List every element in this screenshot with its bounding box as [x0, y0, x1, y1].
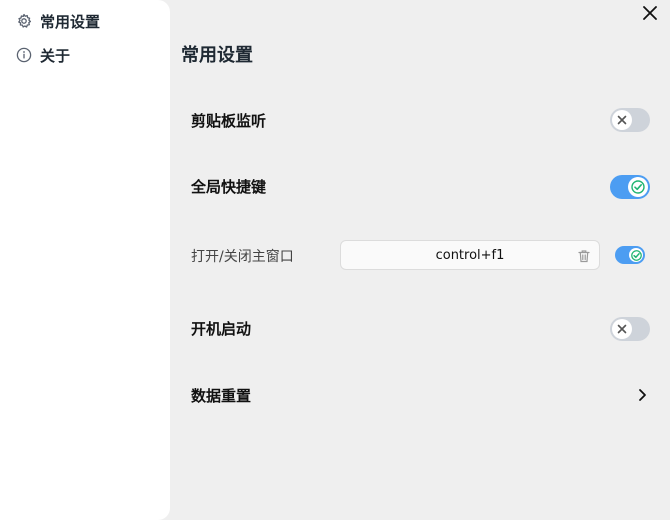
toggle-knob — [612, 110, 632, 130]
autostart-toggle[interactable] — [610, 317, 650, 341]
clipboard-monitor-toggle[interactable] — [610, 108, 650, 132]
data-reset-button[interactable] — [634, 386, 650, 404]
page-title: 常用设置 — [181, 45, 253, 66]
trash-icon[interactable] — [577, 248, 591, 263]
global-shortcut-label: 全局快捷键 — [191, 178, 267, 196]
close-icon — [643, 6, 657, 20]
close-button[interactable] — [640, 3, 660, 23]
gear-icon — [16, 13, 32, 29]
check-icon — [631, 180, 645, 194]
toggle-knob — [628, 177, 648, 197]
clipboard-monitor-label: 剪贴板监听 — [191, 112, 267, 130]
toggle-knob — [612, 319, 632, 339]
sidebar: 常用设置 关于 — [0, 0, 170, 520]
data-reset-label[interactable]: 数据重置 — [191, 384, 251, 408]
info-icon — [16, 47, 32, 63]
shortcut-input[interactable] — [368, 246, 572, 264]
check-icon — [630, 249, 642, 261]
x-icon — [617, 115, 627, 125]
toggle-window-label: 打开/关闭主窗口 — [191, 249, 294, 265]
toggle-knob — [629, 248, 643, 262]
toggle-window-toggle[interactable] — [615, 246, 645, 264]
sidebar-item-label: 常用设置 — [40, 12, 101, 31]
chevron-right-icon — [639, 389, 646, 401]
sidebar-item-about[interactable]: 关于 — [16, 43, 70, 67]
autostart-label: 开机启动 — [191, 320, 252, 338]
sidebar-item-general-settings[interactable]: 常用设置 — [16, 9, 100, 33]
global-shortcut-toggle[interactable] — [610, 175, 650, 199]
sidebar-item-label: 关于 — [40, 46, 71, 65]
shortcut-field — [340, 240, 600, 270]
x-icon — [617, 324, 627, 334]
